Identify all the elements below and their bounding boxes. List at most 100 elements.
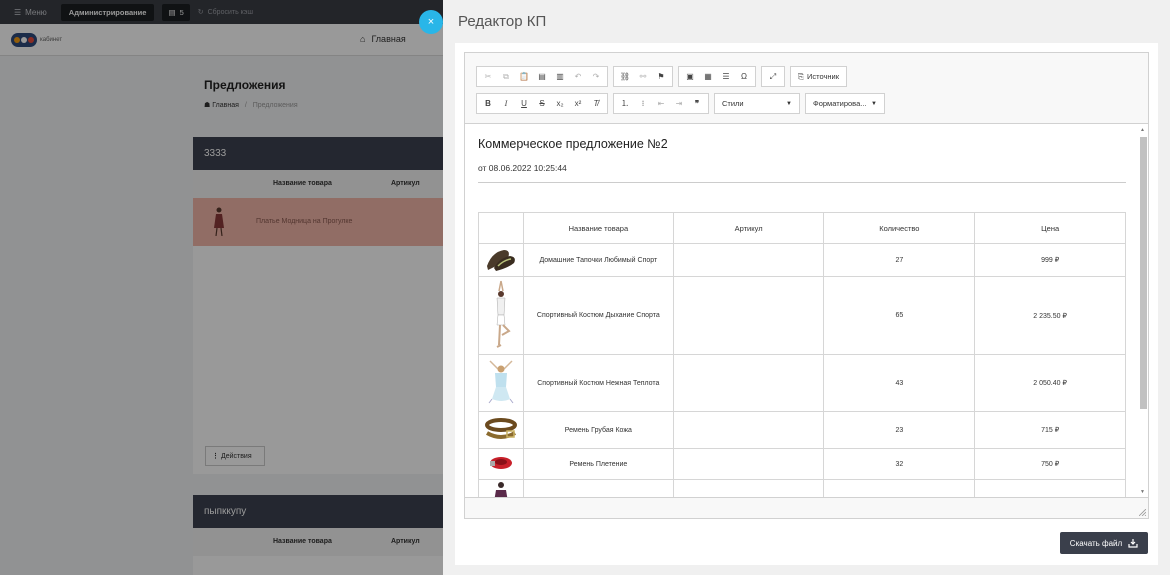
table-row: Спортивный Костюм Дыхание Спорта 65 2 23…	[478, 276, 1126, 355]
unlink-icon[interactable]: ⚯	[634, 67, 652, 86]
special-char-icon[interactable]: Ω	[735, 67, 753, 86]
table-row	[478, 479, 1126, 497]
download-label: Скачать файл	[1069, 538, 1123, 548]
product-price: 715 ₽	[974, 411, 1126, 449]
strikethrough-icon[interactable]: S	[533, 94, 551, 113]
product-quantity: 32	[823, 448, 976, 480]
table-row: Ремень Грубая Кожа 23 715 ₽	[478, 411, 1126, 449]
document-divider	[478, 182, 1126, 183]
close-icon: ×	[427, 16, 435, 28]
italic-icon[interactable]: I	[497, 94, 515, 113]
document-date: от 08.06.2022 10:25:44	[478, 163, 567, 173]
product-price: 2 235.50 ₽	[974, 276, 1126, 355]
redo-icon[interactable]: ↷	[587, 67, 605, 86]
yoga-suit-icon	[496, 280, 511, 348]
outdent-icon[interactable]: ⇤	[652, 94, 670, 113]
product-article	[672, 411, 825, 449]
product-article	[672, 243, 825, 277]
download-icon	[1128, 539, 1138, 548]
paste-text-icon[interactable]: ▤	[533, 67, 551, 86]
image-icon[interactable]: ▣	[681, 67, 699, 86]
scroll-up-icon[interactable]: ▲	[1140, 127, 1145, 133]
product-name: Спортивный Костюм Дыхание Спорта	[522, 276, 674, 355]
table-row: Домашние Тапочки Любимый Спорт 27 999 ₽	[478, 243, 1126, 277]
maximize-icon[interactable]: ⤢	[764, 67, 782, 86]
remove-format-icon[interactable]: T̸	[587, 94, 605, 113]
copy-icon[interactable]: ⧉	[497, 67, 515, 86]
woven-belt-icon	[489, 457, 512, 469]
tender-suit-icon	[488, 360, 514, 404]
indent-icon[interactable]: ⇥	[670, 94, 688, 113]
product-image-cell	[478, 448, 524, 480]
format-dropdown[interactable]: Форматирова... ▼	[805, 93, 885, 114]
scroll-down-icon[interactable]: ▼	[1140, 489, 1145, 495]
proposal-editor-modal: Редактор КП ✂ ⧉ 📋 ▤ ▥ ↶ ↷ ⛓ ⚯ ⚑ ▣ ▦ ☰ Ω …	[443, 0, 1170, 575]
modal-title: Редактор КП	[458, 13, 547, 30]
product-image-cell	[478, 479, 524, 497]
product-name	[522, 479, 674, 497]
blockquote-icon[interactable]: ❞	[688, 94, 706, 113]
product-price: 999 ₽	[974, 243, 1126, 277]
column-header-image	[478, 212, 524, 244]
paste-icon[interactable]: 📋	[515, 67, 533, 86]
product-image-cell	[478, 411, 524, 449]
table-icon[interactable]: ▦	[699, 67, 717, 86]
product-image-cell	[478, 354, 524, 412]
slippers-icon	[486, 250, 515, 271]
close-modal-button[interactable]: ×	[419, 10, 443, 34]
source-button[interactable]: ⎘ Источник	[793, 67, 844, 86]
paragraph-group: ⒈ ⁝ ⇤ ⇥ ❞	[613, 93, 709, 114]
product-name: Ремень Грубая Кожа	[522, 411, 674, 449]
styles-label: Стили	[722, 99, 744, 108]
product-quantity	[823, 479, 976, 497]
product-article	[672, 479, 825, 497]
column-header-name: Название товара	[522, 212, 674, 244]
bold-icon[interactable]: B	[479, 94, 497, 113]
table-header-row: Название товара Артикул Количество Цена	[478, 212, 1126, 244]
paste-word-icon[interactable]: ▥	[551, 67, 569, 86]
product-article	[672, 276, 825, 355]
subscript-icon[interactable]: x₂	[551, 94, 569, 113]
rich-text-editor: ✂ ⧉ 📋 ▤ ▥ ↶ ↷ ⛓ ⚯ ⚑ ▣ ▦ ☰ Ω ⤢ ⎘ Источник…	[464, 52, 1149, 519]
link-icon[interactable]: ⛓	[616, 67, 634, 86]
download-file-button[interactable]: Скачать файл	[1060, 532, 1148, 554]
document-title: Коммерческое предложение №2	[478, 137, 668, 151]
product-image-cell	[478, 276, 524, 355]
editor-status-bar	[465, 497, 1148, 518]
resize-grip-icon[interactable]	[1139, 509, 1146, 516]
source-icon: ⎘	[798, 71, 804, 81]
styles-dropdown[interactable]: Стили ▼	[714, 93, 800, 114]
product-price: 750 ₽	[974, 448, 1126, 480]
clipboard-group: ✂ ⧉ 📋 ▤ ▥ ↶ ↷	[476, 66, 608, 87]
bulleted-list-icon[interactable]: ⁝	[634, 94, 652, 113]
product-name: Ремень Плетение	[522, 448, 674, 480]
table-row: Спортивный Костюм Нежная Теплота 43 2 05…	[478, 354, 1126, 412]
content-scrollbar[interactable]: ▲ ▼	[1138, 127, 1148, 497]
source-label: Источник	[807, 72, 840, 81]
link-group: ⛓ ⚯ ⚑	[613, 66, 673, 87]
product-price	[974, 479, 1126, 497]
product-quantity: 23	[823, 411, 976, 449]
horizontal-line-icon[interactable]: ☰	[717, 67, 735, 86]
chevron-down-icon: ▼	[871, 100, 877, 107]
underline-icon[interactable]: U	[515, 94, 533, 113]
column-header-quantity: Количество	[823, 212, 976, 244]
basic-style-group: B I U S x₂ x² T̸	[476, 93, 608, 114]
editor-content[interactable]: Коммерческое предложение №2 от 08.06.202…	[465, 125, 1148, 497]
scrollbar-thumb[interactable]	[1140, 137, 1147, 409]
editor-toolbar: ✂ ⧉ 📋 ▤ ▥ ↶ ↷ ⛓ ⚯ ⚑ ▣ ▦ ☰ Ω ⤢ ⎘ Источник…	[465, 53, 1148, 124]
numbered-list-icon[interactable]: ⒈	[616, 94, 634, 113]
superscript-icon[interactable]: x²	[569, 94, 587, 113]
source-group: ⎘ Источник	[790, 66, 848, 87]
product-quantity: 27	[823, 243, 976, 277]
table-row: Ремень Плетение 32 750 ₽	[478, 448, 1126, 480]
product-name: Домашние Тапочки Любимый Спорт	[522, 243, 674, 277]
product-image-cell	[478, 243, 524, 277]
leather-belt-icon	[484, 418, 517, 439]
column-header-article: Артикул	[672, 212, 825, 244]
anchor-flag-icon[interactable]: ⚑	[652, 67, 670, 86]
undo-icon[interactable]: ↶	[569, 67, 587, 86]
column-header-price: Цена	[974, 212, 1126, 244]
cut-icon[interactable]: ✂	[479, 67, 497, 86]
dress-icon	[494, 482, 508, 497]
